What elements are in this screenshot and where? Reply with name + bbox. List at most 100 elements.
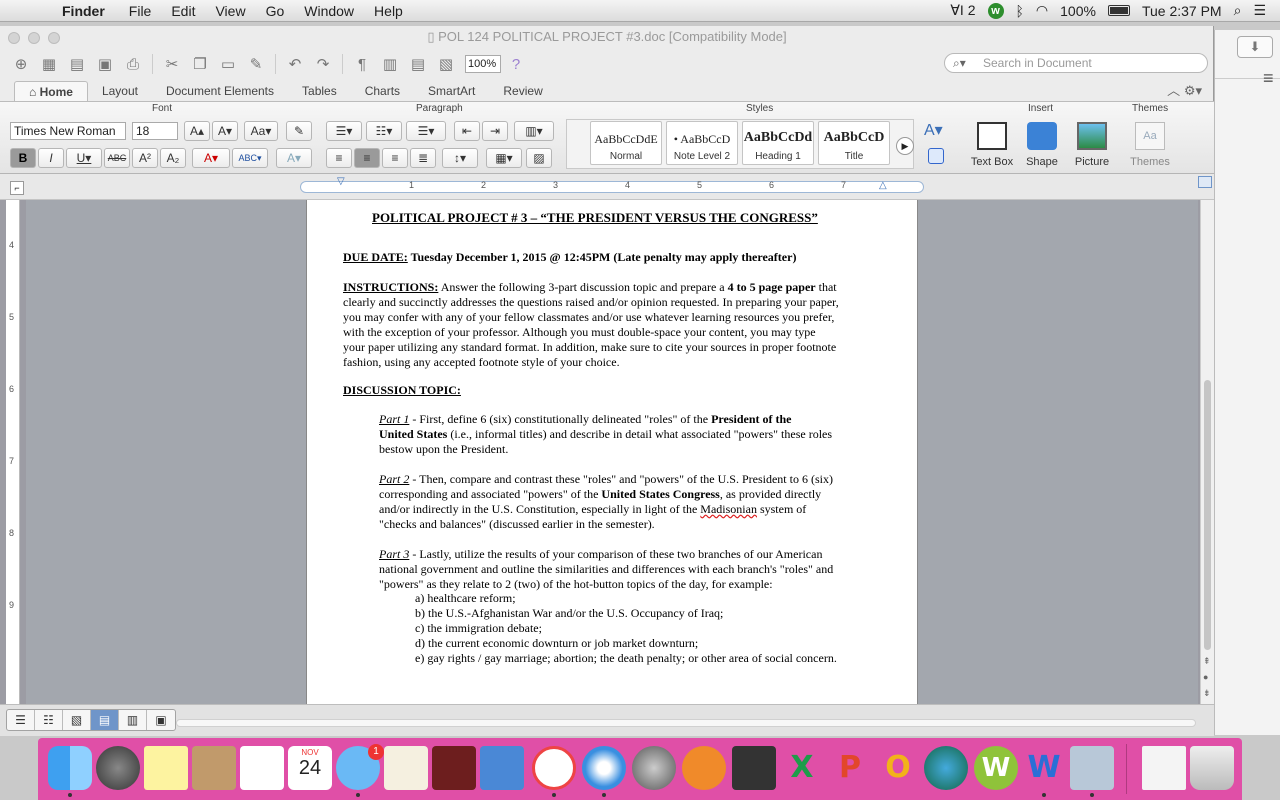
- photo-booth-icon[interactable]: [432, 746, 476, 790]
- scroll-thumb[interactable]: [1204, 380, 1211, 650]
- print-icon[interactable]: ⎙: [120, 53, 146, 75]
- finder-icon[interactable]: [48, 746, 92, 790]
- print-layout-view-icon[interactable]: ▤: [91, 710, 119, 730]
- line-spacing-button[interactable]: ↕▾: [442, 148, 478, 168]
- redo-icon[interactable]: ↷: [310, 53, 336, 75]
- first-line-indent-marker[interactable]: ▽: [337, 176, 345, 187]
- zoom-button[interactable]: [48, 32, 60, 44]
- superscript-button[interactable]: A²: [132, 148, 158, 168]
- change-case-icon[interactable]: Aa▾: [244, 121, 278, 141]
- search-input[interactable]: ⌕▾ Search in Document: [944, 53, 1208, 73]
- insert-shape-button[interactable]: Shape: [1018, 122, 1066, 168]
- save-icon[interactable]: ▣: [92, 53, 118, 75]
- font-name-dropdown[interactable]: Times New Roman: [10, 122, 126, 140]
- numbers-icon[interactable]: [240, 746, 284, 790]
- new-document-icon[interactable]: ⊕: [8, 53, 34, 75]
- horizontal-scrollbar[interactable]: [176, 719, 1196, 727]
- ibooks-icon[interactable]: [682, 746, 726, 790]
- tab-smartart[interactable]: SmartArt: [414, 81, 489, 101]
- insert-picture-button[interactable]: Picture: [1068, 122, 1116, 168]
- templates-icon[interactable]: ▦: [36, 53, 62, 75]
- align-center-button[interactable]: ≡: [354, 148, 380, 168]
- wps-status-icon[interactable]: w: [987, 2, 1004, 19]
- previous-page-icon[interactable]: ⇞: [1203, 656, 1211, 667]
- document-stack-icon[interactable]: [1142, 746, 1186, 790]
- shrink-font-icon[interactable]: A▾: [212, 121, 238, 141]
- wps-icon[interactable]: W: [974, 746, 1018, 790]
- focus-view-icon[interactable]: ▣: [147, 710, 175, 730]
- insert-text-box-button[interactable]: Text Box: [968, 122, 1016, 168]
- network-globe-icon[interactable]: [924, 746, 968, 790]
- pilcrow-icon[interactable]: ¶: [349, 53, 375, 75]
- strikethrough-button[interactable]: ABC: [104, 148, 130, 168]
- align-left-button[interactable]: ≡: [326, 148, 352, 168]
- split-view-icon[interactable]: [1198, 176, 1212, 188]
- notebook-view-icon[interactable]: ▥: [119, 710, 147, 730]
- sidebar-icon[interactable]: ▥: [377, 53, 403, 75]
- ribbon-settings-icon[interactable]: ⚙▾: [1184, 83, 1202, 98]
- notes-icon[interactable]: [144, 746, 188, 790]
- menu-go[interactable]: Go: [256, 3, 295, 19]
- themes-button[interactable]: Aa Themes: [1126, 122, 1174, 168]
- font-color-button[interactable]: A▾: [192, 148, 230, 168]
- menu-edit[interactable]: Edit: [161, 3, 205, 19]
- document-page[interactable]: POLITICAL PROJECT # 3 – “THE PRESIDENT V…: [306, 200, 918, 704]
- tab-stop-selector[interactable]: ⌐: [10, 181, 24, 195]
- browse-object-icon[interactable]: ●: [1203, 672, 1208, 682]
- style-pane-icon[interactable]: [928, 148, 944, 164]
- minimize-button[interactable]: [28, 32, 40, 44]
- outline-view-icon[interactable]: ☷: [35, 710, 63, 730]
- paste-icon[interactable]: ▭: [215, 53, 241, 75]
- word-icon[interactable]: W: [1022, 746, 1066, 790]
- media-browser-icon[interactable]: ▧: [433, 53, 459, 75]
- battery-icon[interactable]: [1107, 5, 1130, 16]
- tab-charts[interactable]: Charts: [351, 81, 414, 101]
- multilevel-list-button[interactable]: ☰▾: [406, 121, 446, 141]
- font-size-dropdown[interactable]: 18: [132, 122, 178, 140]
- hamburger-menu-icon[interactable]: ≡: [1263, 68, 1274, 89]
- increase-indent-button[interactable]: ⇥: [482, 121, 508, 141]
- cut-icon[interactable]: ✂: [159, 53, 185, 75]
- decrease-indent-button[interactable]: ⇤: [454, 121, 480, 141]
- powerpoint-icon[interactable]: P: [828, 746, 872, 790]
- excel-icon[interactable]: X: [780, 746, 824, 790]
- italic-button[interactable]: I: [38, 148, 64, 168]
- style-title[interactable]: AaBbCcD Title: [818, 121, 890, 165]
- horizontal-ruler[interactable]: 1 2 3 4 5 6 7 ▽ △: [300, 176, 924, 193]
- tab-home[interactable]: ⌂ Home: [14, 81, 88, 101]
- notification-center-icon[interactable]: ☰: [1253, 2, 1266, 19]
- copy-icon[interactable]: ❐: [187, 53, 213, 75]
- bluetooth-icon[interactable]: ᛒ: [1016, 3, 1024, 19]
- menu-view[interactable]: View: [205, 3, 255, 19]
- help-icon[interactable]: ?: [503, 53, 529, 75]
- close-button[interactable]: [8, 32, 20, 44]
- tab-document-elements[interactable]: Document Elements: [152, 81, 288, 101]
- tab-layout[interactable]: Layout: [88, 81, 152, 101]
- open-icon[interactable]: ▤: [64, 53, 90, 75]
- preview-icon[interactable]: [1070, 746, 1114, 790]
- itunes-icon[interactable]: [532, 746, 576, 790]
- outlook-icon[interactable]: O: [876, 746, 920, 790]
- grow-font-icon[interactable]: A▴: [184, 121, 210, 141]
- safari-icon[interactable]: [582, 746, 626, 790]
- menu-file[interactable]: File: [119, 3, 162, 19]
- collapse-ribbon-icon[interactable]: ︿: [1167, 83, 1180, 98]
- system-preferences-icon[interactable]: [632, 746, 676, 790]
- battery-percent[interactable]: 100%: [1060, 3, 1096, 19]
- bullets-button[interactable]: ☰▾: [326, 121, 362, 141]
- gallery-icon[interactable]: ▤: [405, 53, 431, 75]
- undo-icon[interactable]: ↶: [282, 53, 308, 75]
- draft-view-icon[interactable]: ☰: [7, 710, 35, 730]
- tab-review[interactable]: Review: [489, 81, 556, 101]
- bold-button[interactable]: B: [10, 148, 36, 168]
- format-painter-icon[interactable]: ✎: [243, 53, 269, 75]
- justify-button[interactable]: ≣: [410, 148, 436, 168]
- underline-button[interactable]: U▾: [66, 148, 102, 168]
- reminders-icon[interactable]: [384, 746, 428, 790]
- wifi-icon[interactable]: ◠: [1036, 2, 1048, 19]
- clock[interactable]: Tue 2:37 PM: [1142, 3, 1222, 19]
- columns-button[interactable]: ▥▾: [514, 121, 554, 141]
- publishing-view-icon[interactable]: ▧: [63, 710, 91, 730]
- iphoto-icon[interactable]: [732, 746, 776, 790]
- vertical-ruler[interactable]: 4 5 6 7 8 9: [6, 200, 20, 704]
